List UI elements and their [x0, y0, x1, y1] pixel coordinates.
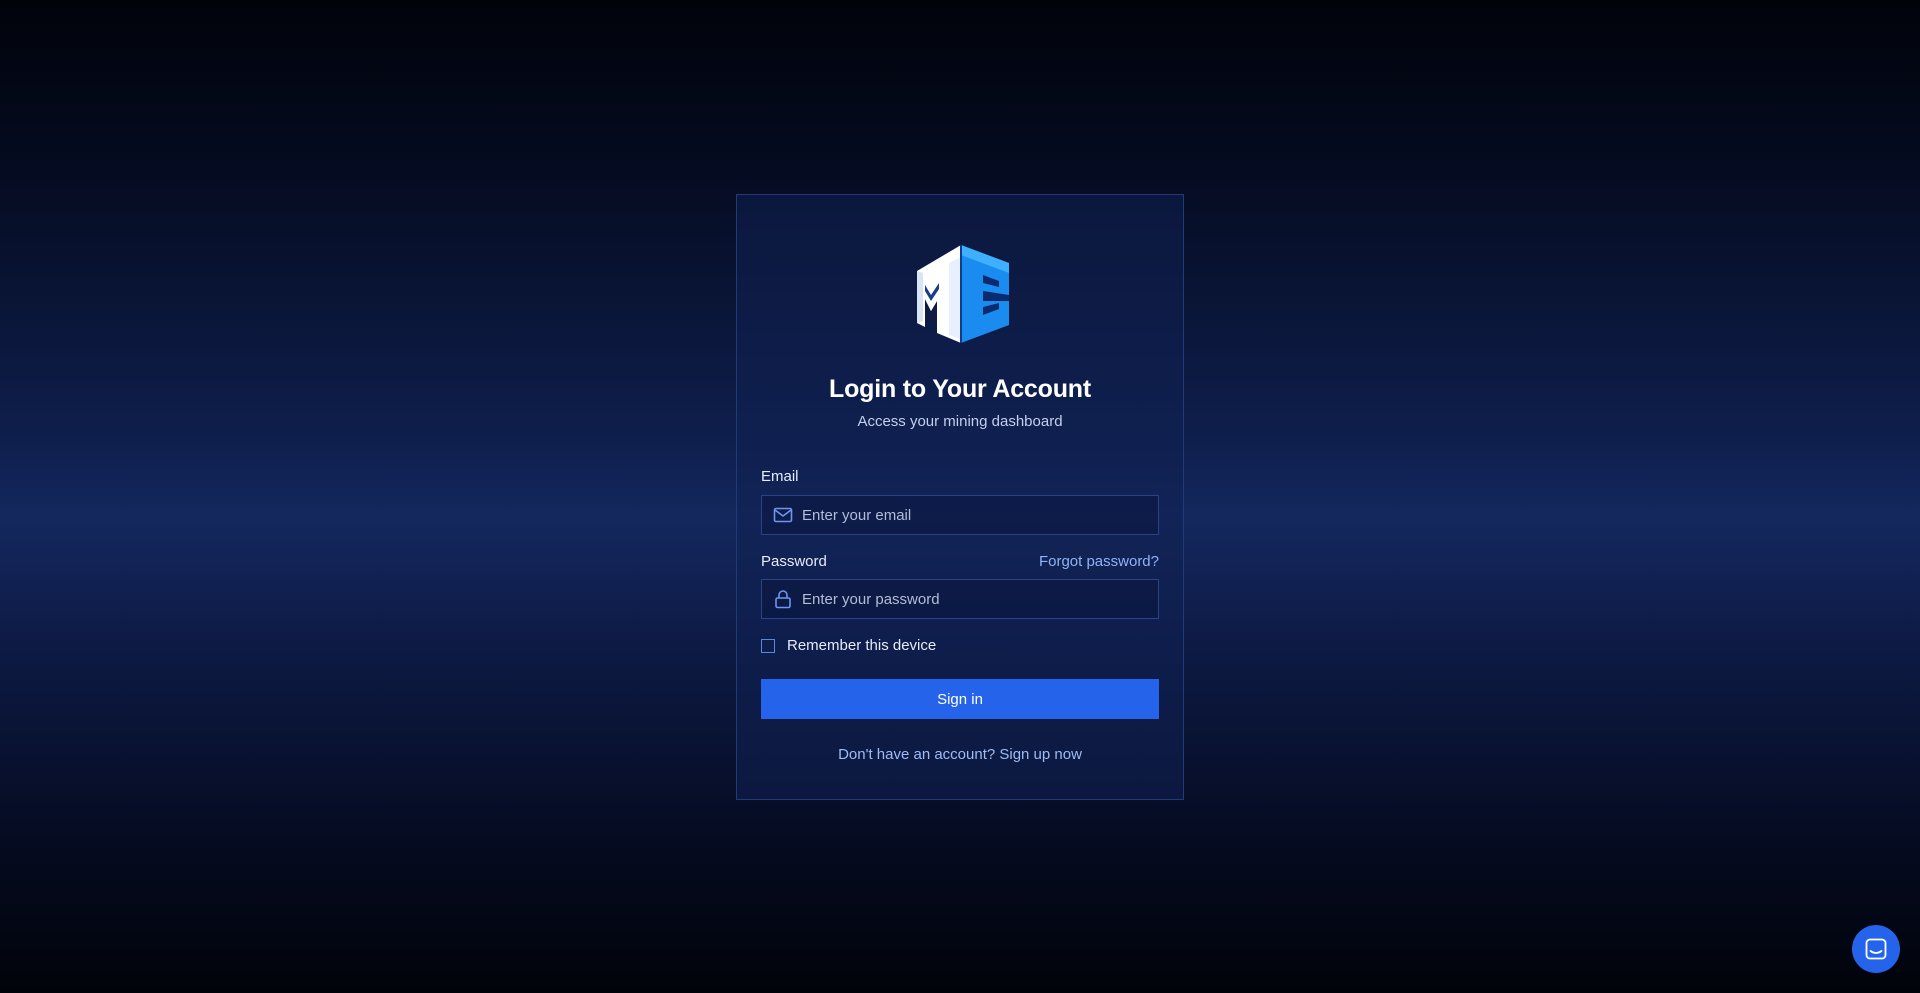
- email-input[interactable]: [802, 496, 1152, 534]
- sign-in-button[interactable]: Sign in: [761, 679, 1159, 719]
- password-field[interactable]: [761, 579, 1159, 619]
- brand-logo: [917, 245, 1009, 343]
- password-input[interactable]: [802, 580, 1152, 618]
- chat-icon: [1865, 938, 1887, 960]
- email-label: Email: [761, 468, 799, 485]
- password-label: Password: [761, 553, 827, 570]
- remember-checkbox[interactable]: [761, 638, 775, 653]
- chat-launcher-button[interactable]: [1852, 925, 1900, 973]
- mail-icon: [773, 507, 793, 523]
- forgot-password-link[interactable]: Forgot password?: [1039, 553, 1159, 570]
- remember-label: Remember this device: [787, 637, 937, 654]
- remember-device[interactable]: Remember this device: [761, 637, 936, 654]
- lock-icon: [775, 590, 791, 609]
- login-card: Login to Your Account Access your mining…: [736, 194, 1184, 800]
- email-field[interactable]: [761, 495, 1159, 535]
- sign-up-link[interactable]: Don't have an account? Sign up now: [737, 746, 1183, 763]
- page-subtitle: Access your mining dashboard: [857, 413, 1063, 430]
- page-title: Login to Your Account: [829, 375, 1091, 403]
